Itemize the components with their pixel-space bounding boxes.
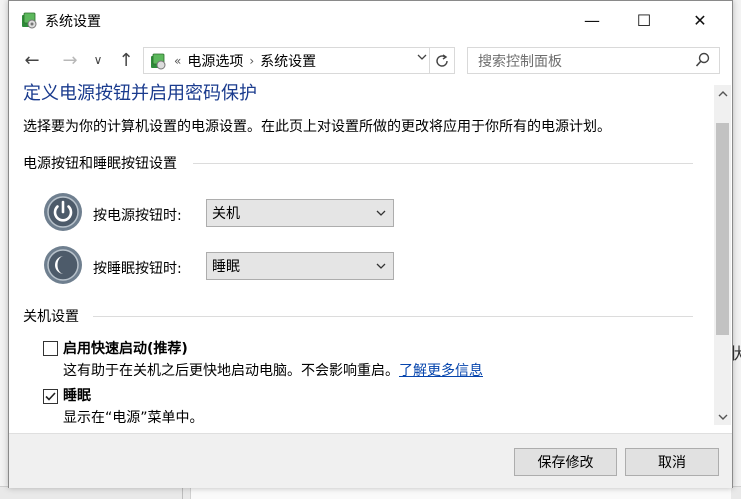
fast-startup-description: 这有助于在关机之后更快地启动电脑。不会影响重启。了解更多信息 xyxy=(63,360,483,380)
dialog-footer: 保存修改 取消 xyxy=(9,433,732,488)
chevron-down-icon xyxy=(376,210,386,216)
section-title: 电源按钮和睡眠按钮设置 xyxy=(23,156,177,172)
cancel-button[interactable]: 取消 xyxy=(625,448,719,476)
title-bar[interactable]: 系统设置 — ☐ ✕ xyxy=(9,1,732,39)
address-bar[interactable]: « 电源选项 › 系统设置 xyxy=(143,47,455,74)
breadcrumb-overflow[interactable]: « xyxy=(174,54,181,68)
close-button[interactable]: ✕ xyxy=(677,1,723,39)
back-arrow-icon[interactable]: ← xyxy=(19,47,45,73)
sleep-button-action-select[interactable]: 睡眠 xyxy=(206,252,394,280)
sleep-description: 显示在“电源”菜单中。 xyxy=(63,410,204,426)
search-input[interactable]: 搜索控制面板 xyxy=(467,47,720,74)
address-toolbar: ← → ∨ ↑ « 电源选项 › 系统设置 搜索控制面板 xyxy=(9,43,732,77)
control-panel-icon xyxy=(22,12,37,29)
breadcrumb-separator[interactable]: › xyxy=(249,54,254,68)
shutdown-settings-section: 关机设置 xyxy=(23,306,693,326)
page-title: 定义电源按钮并启用密码保护 xyxy=(23,83,257,104)
power-button-selected-value: 关机 xyxy=(212,206,240,222)
chevron-down-icon xyxy=(376,263,386,269)
recent-locations-chevron-icon[interactable]: ∨ xyxy=(89,47,107,73)
scroll-down-arrow-icon[interactable] xyxy=(714,408,731,425)
scroll-up-arrow-icon[interactable] xyxy=(714,85,731,102)
save-changes-button[interactable]: 保存修改 xyxy=(514,448,617,476)
minimize-button[interactable]: — xyxy=(569,1,615,39)
sleep-button-icon xyxy=(44,246,82,284)
window-title: 系统设置 xyxy=(45,14,101,30)
power-button-label: 按电源按钮时: xyxy=(93,208,182,224)
learn-more-link[interactable]: 了解更多信息 xyxy=(399,363,483,379)
control-panel-icon xyxy=(151,53,166,69)
section-title: 关机设置 xyxy=(23,309,79,325)
power-button-icon xyxy=(44,193,82,231)
sleep-checkbox[interactable] xyxy=(43,389,58,404)
fast-startup-checkbox[interactable] xyxy=(43,341,58,356)
power-buttons-section: 电源按钮和睡眠按钮设置 xyxy=(23,153,693,173)
system-settings-window: 系统设置 — ☐ ✕ ← → ∨ ↑ « 电源选项 › 系统设置 搜索控制面板 … xyxy=(8,0,733,488)
up-arrow-icon[interactable]: ↑ xyxy=(113,47,139,73)
refresh-icon[interactable] xyxy=(429,48,454,73)
power-button-action-select[interactable]: 关机 xyxy=(206,199,394,227)
fast-startup-label[interactable]: 启用快速启动(推荐) xyxy=(63,338,188,358)
content-area: 定义电源按钮并启用密码保护 选择要为你的计算机设置的电源设置。在此页上对设置所做… xyxy=(9,79,714,431)
fast-startup-description-text: 这有助于在关机之后更快地启动电脑。不会影响重启。 xyxy=(63,363,399,379)
forward-arrow-icon[interactable]: → xyxy=(57,47,83,73)
search-placeholder: 搜索控制面板 xyxy=(478,53,562,70)
checkmark-icon xyxy=(45,392,56,401)
vertical-scrollbar[interactable] xyxy=(714,85,731,425)
sleep-label[interactable]: 睡眠 xyxy=(63,385,91,405)
breadcrumb-system-settings[interactable]: 系统设置 xyxy=(260,51,316,71)
maximize-button[interactable]: ☐ xyxy=(621,1,667,39)
sleep-button-selected-value: 睡眠 xyxy=(212,259,240,275)
breadcrumb-power-options[interactable]: 电源选项 xyxy=(187,51,243,71)
page-description: 选择要为你的计算机设置的电源设置。在此页上对设置所做的更改将应用于你所有的电源计… xyxy=(23,119,611,135)
sleep-button-label: 按睡眠按钮时: xyxy=(93,261,182,277)
scrollbar-thumb[interactable] xyxy=(716,123,729,335)
search-icon[interactable] xyxy=(695,52,711,72)
address-dropdown-chevron-icon[interactable] xyxy=(416,51,428,67)
